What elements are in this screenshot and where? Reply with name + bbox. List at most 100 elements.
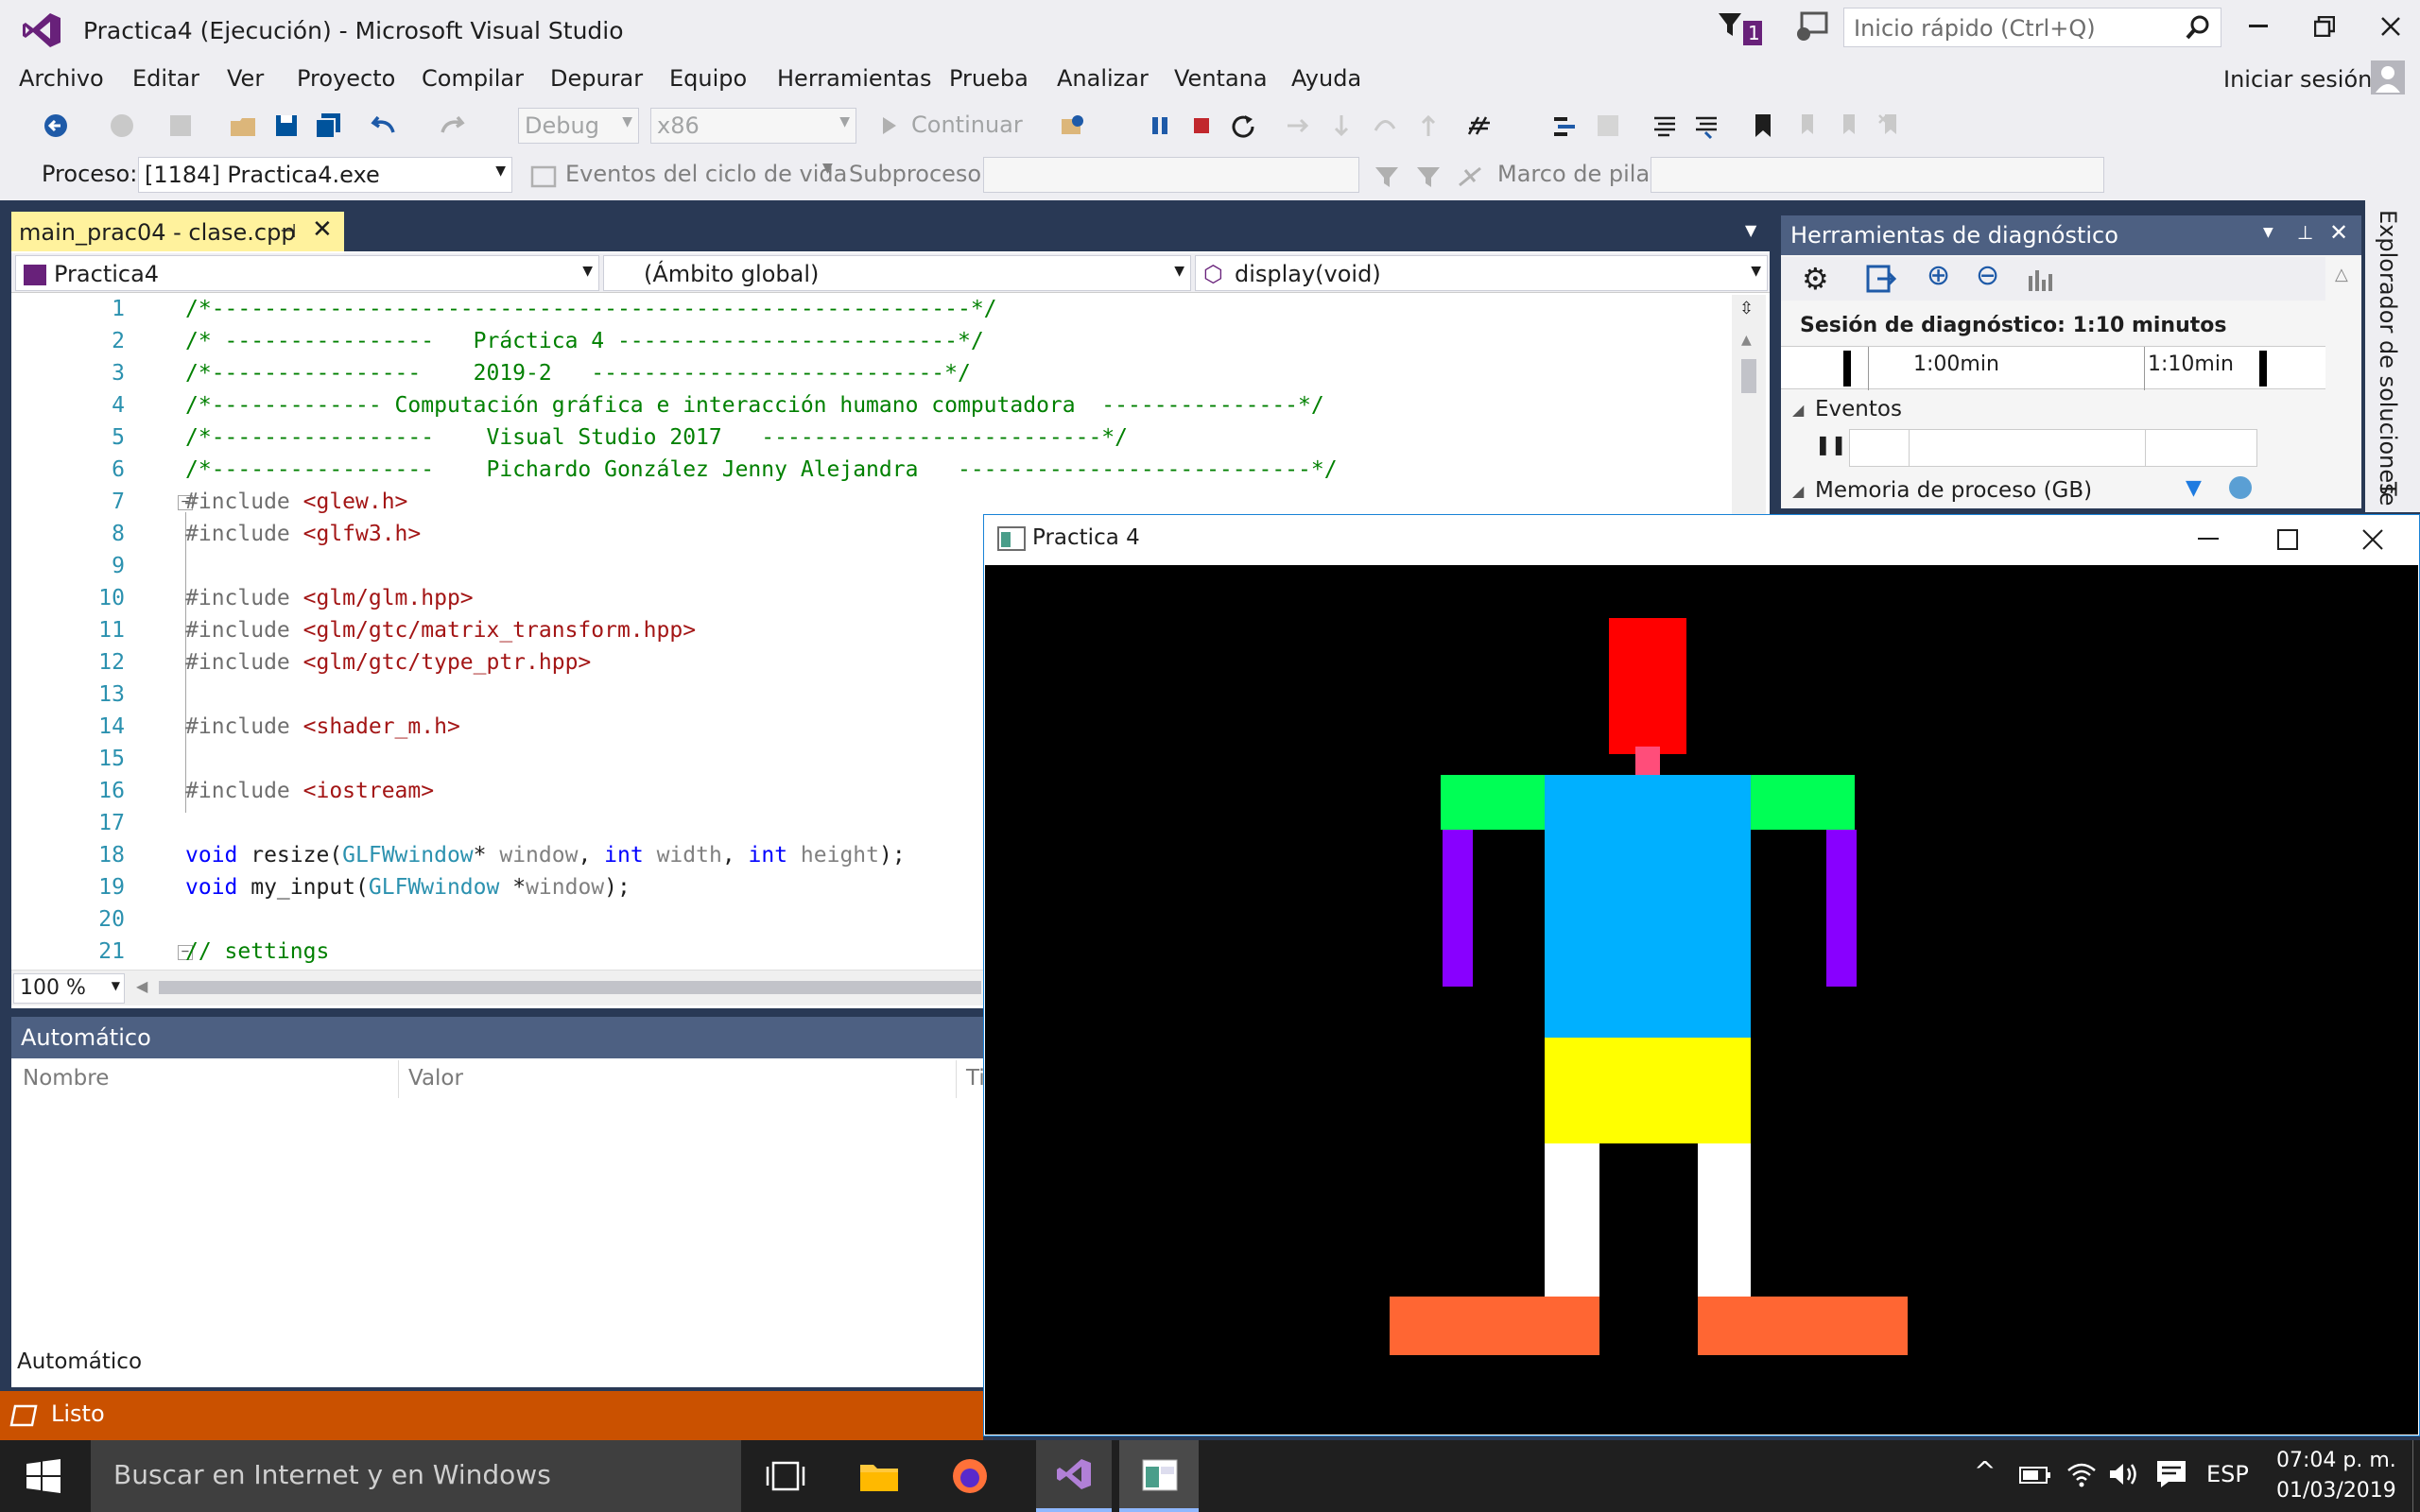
minimize-button[interactable] — [2225, 0, 2291, 53]
uncomment-icon[interactable] — [1692, 112, 1720, 140]
timeline-ruler[interactable]: 1:00min 1:10min — [1781, 346, 2325, 390]
menu-depurar[interactable]: Depurar — [550, 65, 643, 92]
pin-icon[interactable]: ⊣ — [280, 219, 296, 242]
continue-button[interactable]: Continuar — [875, 108, 1036, 144]
taskbar-search-box[interactable]: Buscar en Internet y en Windows — [91, 1440, 741, 1512]
firefox-icon[interactable] — [951, 1457, 989, 1495]
input-language[interactable]: ESP — [2206, 1461, 2249, 1487]
split-editor-icon[interactable]: ⇳ — [1739, 299, 1754, 318]
solution-explorer-tab[interactable]: Explorador de soluciones — [2375, 210, 2401, 495]
gl-close-button[interactable] — [2339, 516, 2407, 563]
close-pane-icon[interactable]: ✕ — [2329, 219, 2348, 246]
events-collapse-icon[interactable]: ◢ — [1792, 401, 1804, 419]
scope-select[interactable]: (Ámbito global) ▼ — [603, 255, 1191, 291]
column-name[interactable]: Nombre — [13, 1060, 399, 1098]
member-select[interactable]: ⬡ display(void) ▼ — [1195, 255, 1768, 291]
battery-icon[interactable] — [2019, 1465, 2051, 1486]
zoom-in-icon[interactable]: ⊕ — [1927, 259, 1950, 292]
settings-gear-icon[interactable]: ⚙ — [1802, 261, 1829, 297]
pane-menu-icon[interactable]: ▼ — [2263, 225, 2273, 240]
step-into-icon[interactable] — [1327, 112, 1356, 140]
thread-icon[interactable] — [1550, 112, 1579, 140]
flag-thread-icon[interactable] — [1414, 163, 1443, 191]
wifi-icon[interactable] — [2066, 1461, 2097, 1487]
find-icon[interactable] — [1059, 112, 1087, 140]
save-all-icon[interactable] — [314, 112, 342, 140]
feedback-icon[interactable] — [1794, 9, 1830, 43]
restore-button[interactable] — [2291, 0, 2358, 53]
menu-ayuda[interactable]: Ayuda — [1291, 65, 1361, 92]
zoom-select[interactable]: 100 % ▼ — [13, 973, 125, 1004]
stack-frame-icon[interactable] — [1456, 163, 1484, 191]
menu-prueba[interactable]: Prueba — [949, 65, 1028, 92]
taskbar-visual-studio[interactable] — [1036, 1440, 1112, 1512]
stack-frame-select[interactable] — [1651, 157, 2104, 193]
filter-icon[interactable] — [1373, 163, 1401, 191]
export-icon[interactable] — [1866, 265, 1896, 293]
timeline-start-marker[interactable] — [1843, 351, 1851, 387]
events-section[interactable]: Eventos — [1815, 397, 1902, 421]
horizontal-scroll-thumb[interactable] — [159, 981, 981, 994]
hex-display-icon[interactable] — [1465, 112, 1494, 140]
windows-start-icon[interactable] — [26, 1459, 60, 1493]
scroll-left-icon[interactable]: ◀ — [136, 977, 147, 995]
diag-scroll-up-icon[interactable]: △ — [2335, 265, 2348, 284]
menu-compilar[interactable]: Compilar — [422, 65, 524, 92]
redo-icon[interactable] — [437, 112, 465, 140]
process-select[interactable]: [1184] Practica4.exe ▼ — [138, 157, 512, 193]
menu-proyecto[interactable]: Proyecto — [297, 65, 395, 92]
menu-ver[interactable]: Ver — [227, 65, 264, 92]
timeline-end-marker[interactable] — [2259, 351, 2267, 387]
tab-watch-1[interactable]: Inspección 1 — [338, 1344, 484, 1382]
thread-select[interactable] — [983, 157, 1359, 193]
tab-locals[interactable]: Variables locales — [155, 1344, 342, 1382]
step-over-icon[interactable] — [1371, 112, 1399, 140]
show-next-statement-icon[interactable] — [1284, 112, 1312, 140]
gl-minimize-button[interactable] — [2174, 516, 2242, 563]
next-bookmark-icon[interactable] — [1834, 112, 1862, 140]
pause-icon[interactable] — [1146, 112, 1174, 140]
project-select[interactable]: Practica4 ▼ — [15, 255, 599, 291]
chart-icon[interactable] — [2027, 265, 2055, 293]
tab-autos[interactable]: Automático — [11, 1344, 147, 1382]
forward-icon[interactable] — [108, 112, 136, 140]
menu-editar[interactable]: Editar — [132, 65, 199, 92]
back-icon[interactable] — [42, 112, 70, 140]
restart-icon[interactable] — [1229, 112, 1257, 140]
user-avatar-icon[interactable] — [2371, 60, 2405, 94]
parallel-stacks-icon[interactable] — [1594, 112, 1622, 140]
platform-select[interactable]: x86 ▼ — [650, 108, 856, 144]
notification-filter-icon[interactable]: 1 — [1717, 9, 1762, 47]
open-file-icon[interactable] — [229, 112, 257, 140]
volume-icon[interactable] — [2108, 1461, 2140, 1487]
stop-icon[interactable] — [1187, 112, 1216, 140]
menu-equipo[interactable]: Equipo — [669, 65, 747, 92]
memory-section[interactable]: Memoria de proceso (GB) — [1815, 478, 2092, 503]
scroll-up-icon[interactable]: ▲ — [1741, 333, 1752, 348]
taskbar-practica4-app[interactable] — [1119, 1440, 1199, 1512]
pin-pane-icon[interactable]: ⊥ — [2297, 221, 2313, 244]
menu-ventana[interactable]: Ventana — [1174, 65, 1268, 92]
show-desktop-button[interactable] — [2412, 1440, 2420, 1512]
bookmark-icon[interactable] — [1749, 112, 1777, 140]
solution-config-select[interactable]: Debug ▼ — [518, 108, 639, 144]
opengl-canvas[interactable] — [985, 565, 2418, 1435]
zoom-out-icon[interactable]: ⊖ — [1976, 259, 1999, 292]
show-hidden-icons-icon[interactable]: ^ — [1974, 1455, 1996, 1486]
clear-bookmarks-icon[interactable] — [1876, 112, 1904, 140]
menu-archivo[interactable]: Archivo — [19, 65, 104, 92]
document-tab[interactable]: main_prac04 - clase.cpp ⊣ ✕ — [11, 212, 344, 251]
prev-bookmark-icon[interactable] — [1792, 112, 1821, 140]
taskbar-clock[interactable]: 07:04 p. m. 01/03/2019 — [2276, 1446, 2396, 1506]
sign-in-link[interactable]: Iniciar sesión — [2223, 66, 2372, 93]
close-tab-icon[interactable]: ✕ — [312, 215, 333, 244]
team-explorer-tab[interactable]: Te — [2375, 482, 2401, 506]
step-out-icon[interactable] — [1414, 112, 1443, 140]
scroll-thumb[interactable] — [1741, 359, 1756, 393]
file-explorer-icon[interactable] — [858, 1459, 900, 1493]
action-center-icon[interactable] — [2155, 1459, 2187, 1489]
menu-analizar[interactable]: Analizar — [1057, 65, 1149, 92]
quick-launch-input[interactable]: Inicio rápido (Ctrl+Q) — [1843, 8, 2221, 47]
column-value[interactable]: Valor — [399, 1060, 957, 1098]
close-button[interactable] — [2358, 0, 2420, 53]
